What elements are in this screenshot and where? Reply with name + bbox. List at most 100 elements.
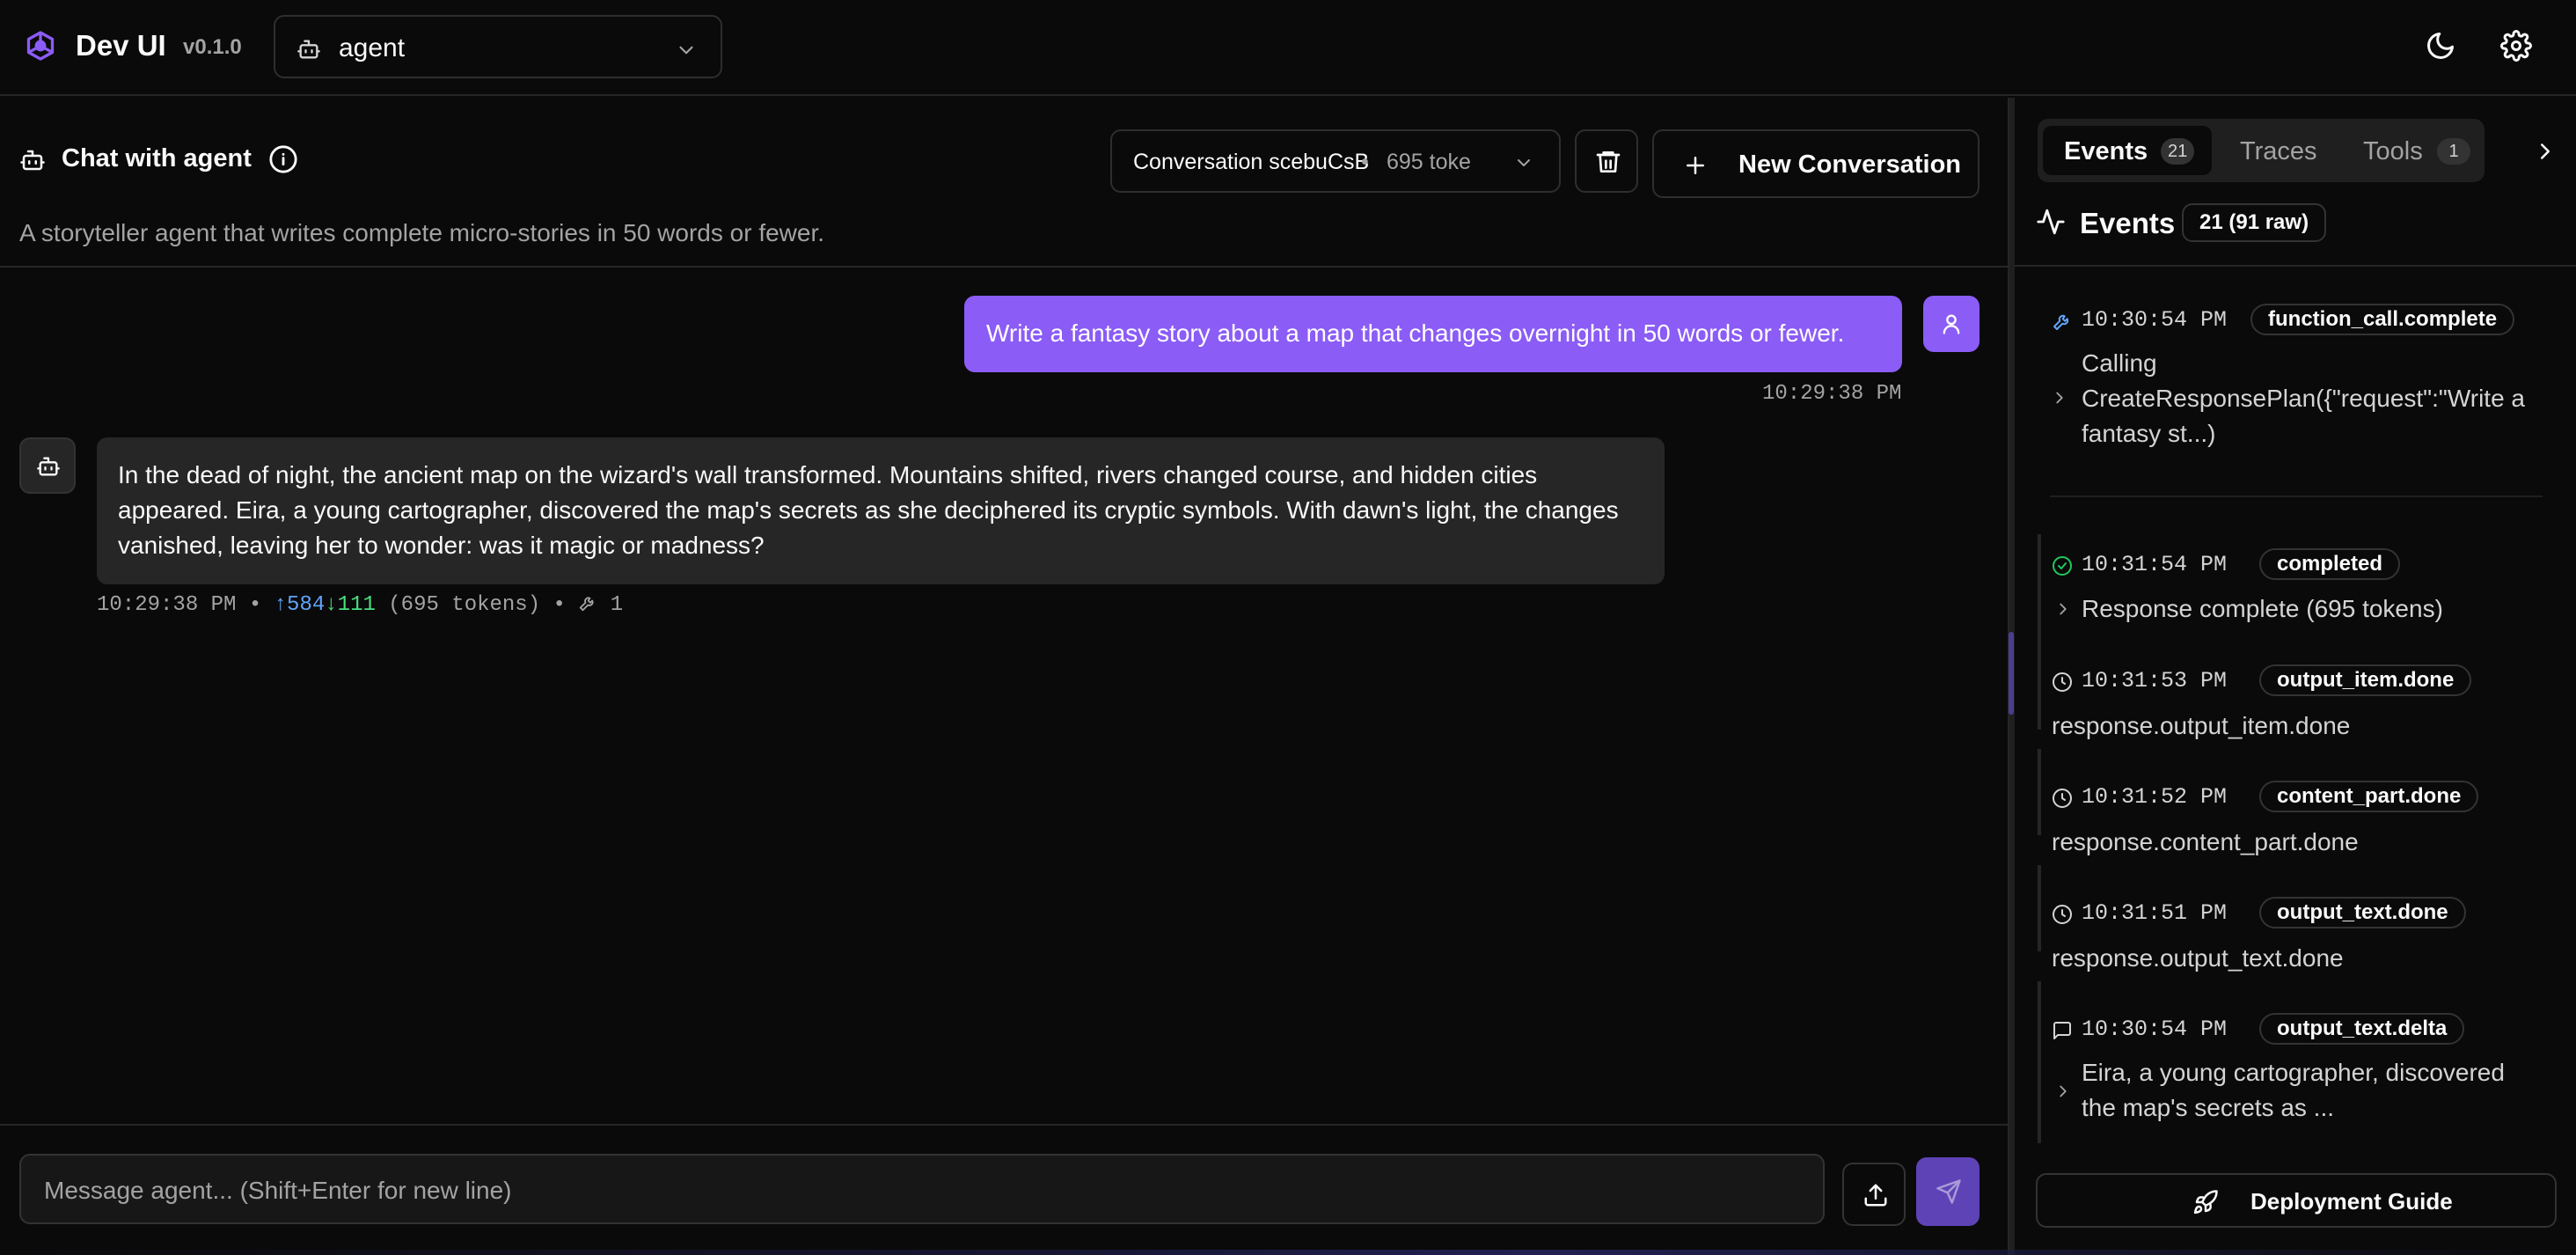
divider (2015, 265, 2576, 267)
event-time: 10:31:52 PM (2082, 784, 2228, 810)
event-body: Calling CreateResponsePlan({"request":"W… (2082, 346, 2525, 451)
event-description: response.content_part.done (2052, 828, 2359, 855)
meta-separator: • (248, 593, 262, 617)
splitter-handle[interactable] (2009, 632, 2014, 715)
agent-message-meta: 10:29:38 PM • ↑584↓111 (695 tokens) • 1 (97, 593, 623, 617)
clock-icon (2053, 672, 2072, 692)
user-avatar (1923, 296, 1980, 352)
send-button[interactable] (1916, 1157, 1980, 1226)
chevron-right-icon[interactable] (2053, 1082, 2073, 1101)
debug-panel: Events 21 Traces Tools 1 Events 21 (91 r… (2015, 98, 2576, 1255)
agent-select[interactable]: agent (274, 15, 722, 78)
new-conversation-button[interactable]: New Conversation (1652, 129, 1980, 198)
delete-conversation-button[interactable] (1575, 129, 1638, 193)
tab-traces[interactable]: Traces (2224, 126, 2338, 175)
divider (2050, 495, 2543, 497)
chat-header: Chat with agent A storyteller agent that… (0, 98, 2008, 268)
event-time: 10:30:54 PM (2082, 1016, 2228, 1042)
tab-tools[interactable]: Tools 1 (2349, 126, 2479, 175)
deployment-guide-button[interactable]: Deployment Guide (2036, 1173, 2557, 1228)
input-tokens: ↑584 (274, 593, 326, 617)
user-message-time: 10:29:38 PM (1762, 382, 1902, 406)
chevron-right-icon[interactable] (2053, 599, 2073, 619)
trash-icon (1596, 151, 1621, 172)
event-time: 10:31:54 PM (2082, 552, 2228, 577)
rocket-icon (2193, 1190, 2218, 1215)
version-label: v0.1.0 (183, 35, 242, 59)
event-item[interactable]: 10:31:51 PM output_text.done response.ou… (2038, 897, 2557, 972)
conversation-separator: • (1361, 150, 1369, 174)
event-time: 10:31:51 PM (2082, 900, 2228, 926)
gear-icon[interactable] (2500, 30, 2532, 62)
clock-icon (2053, 905, 2072, 924)
total-tokens: (695 tokens) (388, 593, 541, 617)
composer: Message agent... (Shift+Enter for new li… (0, 1124, 2008, 1255)
chat-title: Chat with agent (62, 144, 252, 172)
new-conversation-label: New Conversation (1738, 150, 1961, 179)
agent-avatar (19, 437, 76, 494)
bot-icon (297, 40, 320, 59)
tab-label: Traces (2240, 137, 2317, 165)
message-icon (2053, 1022, 2071, 1039)
moon-icon[interactable] (2425, 30, 2456, 62)
tab-badge: 21 (2161, 138, 2195, 165)
event-type-badge: output_text.delta (2259, 1013, 2465, 1045)
chevron-right-icon[interactable] (2050, 388, 2069, 407)
event-item[interactable]: 10:31:54 PM completed Response complete … (2038, 548, 2557, 622)
event-type-badge: output_item.done (2259, 664, 2472, 696)
tool-call-count: 1 (610, 593, 624, 617)
event-item[interactable]: 10:31:52 PM content_part.done response.c… (2038, 781, 2557, 855)
top-bar: Dev UI v0.1.0 agent (0, 0, 2576, 96)
event-item[interactable]: 10:30:54 PM output_text.delta Eira, a yo… (2038, 1013, 2557, 1136)
send-icon (1936, 1179, 1961, 1204)
wrench-icon (2053, 314, 2069, 330)
conversation-name: Conversation scebuCsB (1133, 150, 1370, 174)
deployment-guide-label: Deployment Guide (2250, 1188, 2453, 1215)
clock-icon (2053, 789, 2072, 808)
event-line: Calling (2082, 349, 2157, 377)
events-count-badge: 21 (91 raw) (2182, 203, 2327, 242)
chevron-down-icon (679, 46, 693, 55)
meta-separator: • (553, 593, 566, 617)
tab-label: Tools (2363, 137, 2423, 165)
conversation-tokens: 695 toke (1387, 150, 1471, 174)
logo-icon (26, 31, 55, 61)
brand-title: Dev UI (76, 29, 166, 62)
event-description: response.output_item.done (2052, 712, 2351, 739)
bot-icon (20, 150, 45, 171)
agent-message: In the dead of night, the ancient map on… (97, 437, 1665, 584)
event-body: Eira, a young cartographer, discovered t… (2082, 1055, 2505, 1126)
tab-badge: 1 (2437, 138, 2470, 165)
upload-icon (1864, 1184, 1887, 1207)
event-line: fantasy st...) (2082, 420, 2216, 447)
output-tokens: ↓111 (325, 593, 376, 617)
agent-message-text: In the dead of night, the ancient map on… (118, 461, 1619, 559)
event-item[interactable]: 10:30:54 PM function_call.complete Calli… (2038, 304, 2557, 447)
agent-description: A storyteller agent that writes complete… (19, 219, 825, 246)
event-line: CreateResponsePlan({"request":"Write a (2082, 385, 2525, 412)
user-message: Write a fantasy story about a map that c… (964, 296, 1902, 372)
message-input[interactable]: Message agent... (Shift+Enter for new li… (19, 1154, 1825, 1224)
event-type-badge: output_text.done (2259, 897, 2466, 928)
tab-events[interactable]: Events 21 (2043, 126, 2212, 175)
info-icon[interactable] (268, 144, 298, 174)
upload-button[interactable] (1842, 1163, 1906, 1226)
agent-message-time: 10:29:38 PM (97, 593, 237, 617)
event-type-badge: function_call.complete (2250, 304, 2515, 335)
event-body: Response complete (695 tokens) (2082, 595, 2443, 622)
event-type-badge: content_part.done (2259, 781, 2479, 812)
event-time: 10:30:54 PM (2082, 307, 2228, 333)
conversation-select[interactable]: Conversation scebuCsB • 695 toke (1110, 129, 1561, 193)
event-time: 10:31:53 PM (2082, 668, 2228, 694)
check-circle-icon (2053, 556, 2072, 576)
chevron-right-icon[interactable] (2532, 138, 2558, 165)
wrench-icon (580, 597, 594, 612)
agent-select-value: agent (339, 33, 406, 62)
event-item[interactable]: 10:31:53 PM output_item.done response.ou… (2038, 664, 2557, 739)
plus-icon (1687, 157, 1704, 174)
events-title: Events (2080, 207, 2176, 239)
user-message-text: Write a fantasy story about a map that c… (986, 319, 1845, 347)
panel-tabs: Events 21 Traces Tools 1 (2038, 119, 2485, 182)
bot-icon (37, 457, 60, 476)
user-icon (1943, 314, 1960, 334)
